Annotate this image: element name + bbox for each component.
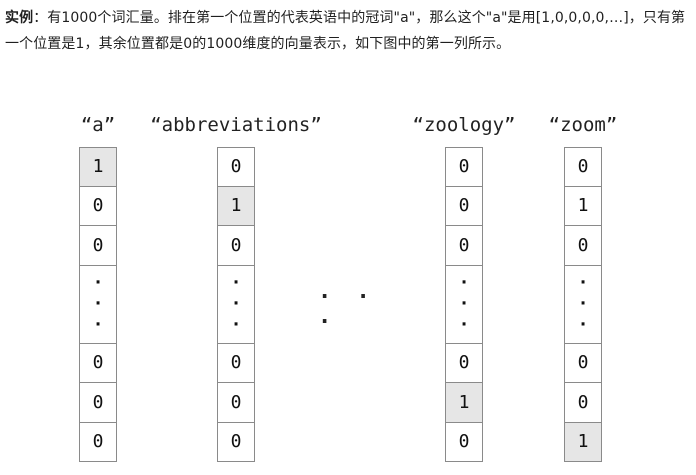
vertical-dot: · [458, 313, 470, 335]
vector-cell: 0 [564, 226, 602, 266]
vector-cell: 0 [79, 422, 117, 462]
vertical-dot: · [577, 272, 589, 294]
vector-column-zoology: 0 0 0 · · · 0 1 0 [445, 147, 483, 462]
vector-cell: 0 [217, 147, 255, 187]
vertical-dot: · [577, 313, 589, 335]
vector-cell: 1 [217, 186, 255, 226]
vector-cell-ellipsis: · · · [564, 265, 602, 344]
vector-cell: 0 [445, 422, 483, 462]
vector-cell: 1 [564, 422, 602, 462]
intro-label: 实例 [5, 10, 34, 26]
vector-cell-ellipsis: · · · [79, 265, 117, 344]
vertical-dot: · [92, 293, 104, 314]
word-label-a: “a” [80, 114, 116, 136]
intro-text: ：有1000个词汇量。排在第一个位置的代表英语中的冠词"a"，那么这个"a"是用… [5, 10, 686, 52]
vertical-dot: · [458, 293, 470, 314]
vector-cell: 0 [217, 226, 255, 266]
vector-cell: 0 [445, 343, 483, 383]
word-label-zoology: “zoology” [412, 114, 516, 136]
vector-cell: 0 [445, 226, 483, 266]
vector-cell: 1 [564, 186, 602, 226]
vector-cell: 0 [445, 186, 483, 226]
vertical-dot: · [230, 313, 242, 335]
word-label-zoom: “zoom” [548, 114, 618, 136]
vector-cell: 0 [79, 226, 117, 266]
vector-cell: 0 [564, 383, 602, 423]
vertical-dot: · [92, 313, 104, 335]
vertical-dot: · [230, 293, 242, 314]
vertical-dot: · [230, 272, 242, 294]
horizontal-ellipsis: · · · [318, 285, 376, 335]
vector-column-abbreviations: 0 1 0 · · · 0 0 0 [217, 147, 255, 462]
vector-cell: 0 [564, 343, 602, 383]
vector-cell: 0 [217, 422, 255, 462]
word-label-abbreviations: “abbreviations” [150, 114, 322, 136]
vector-cell: 0 [564, 147, 602, 187]
vector-cell: 0 [445, 147, 483, 187]
one-hot-diagram: “a” “abbreviations” “zoology” “zoom” 100… [0, 110, 696, 475]
vector-column-a: 1 0 0 · · · 0 0 0 [79, 147, 117, 462]
vector-cell-ellipsis: · · · [217, 265, 255, 344]
intro-paragraph: 实例：有1000个词汇量。排在第一个位置的代表英语中的冠词"a"，那么这个"a"… [5, 5, 691, 57]
vector-cell: 0 [217, 343, 255, 383]
vertical-dot: · [577, 293, 589, 314]
vertical-dot: · [458, 272, 470, 294]
vector-column-zoom: 0 1 0 · · · 0 0 1 [564, 147, 602, 462]
vector-cell: 0 [79, 383, 117, 423]
vector-cell: 0 [217, 383, 255, 423]
vertical-dot: · [92, 272, 104, 294]
vector-cell: 1 [445, 383, 483, 423]
vector-cell-ellipsis: · · · [445, 265, 483, 344]
vector-cell: 0 [79, 343, 117, 383]
vector-cell: 1 [79, 147, 117, 187]
vector-cell: 0 [79, 186, 117, 226]
